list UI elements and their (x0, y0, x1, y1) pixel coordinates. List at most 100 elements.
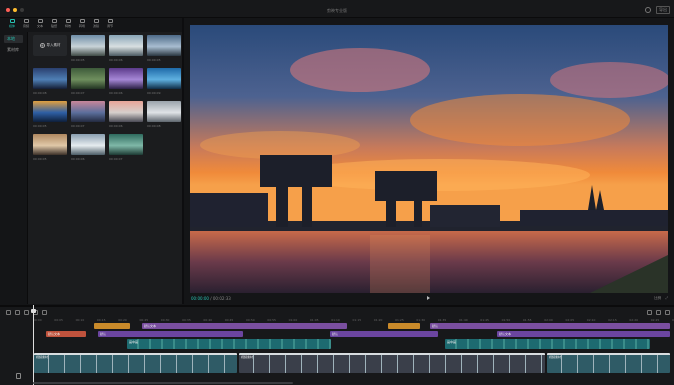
tab-filter[interactable]: 滤镜 (90, 18, 102, 32)
main-video-clip[interactable]: 视频素材 (547, 353, 670, 373)
fit-icon[interactable] (665, 310, 670, 315)
ruler-tick-label: 01:30 (416, 318, 426, 322)
media-thumbnail[interactable] (109, 35, 143, 56)
ruler-tick-label: 02:20 (629, 318, 639, 322)
tab-text[interactable]: 文本 (34, 18, 46, 32)
preview-video-frame (190, 25, 668, 293)
text-clip[interactable]: 默认 (98, 331, 243, 337)
ruler-tick-label: 00:15 (96, 318, 106, 322)
ruler-tick-label: 01:15 (352, 318, 362, 322)
timecode-total: 00:02:33 (212, 296, 231, 301)
ruler-tick-label: 01:45 (480, 318, 489, 322)
tab-transition[interactable]: 转场 (76, 18, 88, 32)
nav-item-1[interactable]: 素材库 (4, 46, 23, 54)
zoom-icon[interactable] (656, 310, 661, 315)
undo-icon[interactable] (15, 310, 20, 315)
ruler-tick-label: 00:25 (139, 318, 149, 322)
settings-icon[interactable] (645, 7, 651, 13)
media-thumbnail[interactable] (71, 68, 105, 89)
text-clip[interactable]: 默认文本 (497, 331, 670, 337)
ruler-tick-label: 01:20 (373, 318, 383, 322)
preview-actions: 比例 ⤢ (654, 296, 668, 301)
media-thumbnail[interactable] (147, 35, 181, 56)
export-button[interactable]: 导出 (656, 6, 670, 14)
track-lock-icon[interactable] (16, 373, 21, 379)
text-clip[interactable]: 默认文本 (142, 323, 347, 329)
import-media-button[interactable]: + 导入素材 (33, 35, 67, 56)
transition-icon (79, 19, 85, 23)
media-thumbnail[interactable] (71, 134, 105, 155)
thumbnail-duration: 00:00:07 (71, 124, 85, 128)
media-thumbnail[interactable] (109, 68, 143, 89)
text-clip[interactable]: 默认 (330, 331, 438, 337)
tab-audio[interactable]: 音频 (20, 18, 32, 32)
left-buildings (190, 193, 268, 227)
media-thumbnail[interactable] (33, 68, 67, 89)
play-button[interactable] (427, 296, 430, 300)
ruler-tick-label: 01:35 (437, 318, 447, 322)
timeline-scrollbar[interactable] (33, 382, 293, 384)
media-thumbnail[interactable] (147, 101, 181, 122)
tab-label: 滤镜 (92, 24, 99, 28)
timecode: 00:00:00 / 00:02:33 (191, 296, 231, 301)
select-tool-icon[interactable] (6, 310, 11, 315)
thumbnail-duration: 00:00:06 (109, 58, 123, 62)
nav-item-0[interactable]: 本地 (4, 35, 23, 43)
sticker-icon (51, 19, 57, 23)
ruler-tick-label: 02:15 (608, 318, 617, 322)
ruler-tick-label: 02:25 (650, 318, 660, 322)
timeline-panel: 00:00 00:05 00:10 00:15 00:20 00:25 00:30 00:35… (0, 305, 674, 385)
filter-icon (93, 19, 99, 23)
tab-adjust[interactable]: 调节 (104, 18, 116, 32)
overlay-clip[interactable]: 画中画 (445, 339, 650, 349)
thumbnail-duration: 00:00:05 (33, 124, 47, 128)
thumbnail-duration: 00:00:08 (147, 124, 161, 128)
thumbnail-duration: 00:00:06 (109, 124, 123, 128)
audio-icon (23, 19, 29, 23)
delete-icon[interactable] (42, 310, 47, 315)
timeline-tools (6, 310, 47, 315)
playhead-handle[interactable] (31, 309, 36, 313)
media-thumbnail[interactable] (71, 101, 105, 122)
fullscreen-button[interactable]: ⤢ (665, 296, 668, 301)
main-video-clip[interactable]: 视频素材 (239, 353, 545, 373)
thumbnail-duration: 00:00:09 (147, 91, 161, 95)
ruler-tick-label: 02:05 (565, 318, 575, 322)
thumbnail-duration: 00:00:05 (147, 58, 161, 62)
window-title: 剪映专业版 (327, 8, 347, 13)
text-icon (37, 19, 43, 23)
media-thumbnail[interactable] (33, 101, 67, 122)
text-clip[interactable]: 默认 (430, 323, 670, 329)
ruler-tick-label: 00:55 (267, 318, 276, 322)
tab-sticker[interactable]: 贴纸 (48, 18, 60, 32)
timecode-current: 00:00:00 (191, 296, 209, 301)
redo-icon[interactable] (24, 310, 29, 315)
media-thumbnail[interactable] (147, 68, 181, 89)
main-video-clip[interactable]: 视频素材 (34, 353, 237, 373)
ruler-tick-label: 01:05 (309, 318, 319, 322)
preview-controls: 00:00:00 / 00:02:33 比例 ⤢ (184, 294, 674, 304)
media-thumbnail[interactable] (109, 101, 143, 122)
overlay-clip[interactable]: 画中画 (127, 339, 331, 349)
track-header (0, 323, 33, 385)
tab-effects[interactable]: 特效 (62, 18, 74, 32)
media-thumbnail[interactable] (109, 134, 143, 155)
editor-window: 剪映专业版 导出 媒体 音频 文本 贴纸 特效 转场 滤镜 调节 本地素材库 + 导入素材 0… (0, 0, 674, 385)
adjust-icon (107, 19, 113, 23)
media-thumbnail[interactable] (33, 134, 67, 155)
aspect-ratio-button[interactable]: 比例 (654, 296, 661, 301)
plus-icon: + (39, 43, 45, 48)
media-thumbnail[interactable] (71, 35, 105, 56)
thumbnail-duration: 00:00:06 (71, 157, 85, 161)
thumbnail-duration: 00:00:05 (33, 157, 47, 161)
snap-icon[interactable] (647, 310, 652, 315)
text-clip[interactable] (388, 323, 420, 329)
playhead[interactable] (33, 305, 34, 385)
ruler-tick-label: 00:35 (182, 318, 191, 322)
thumbnail-duration: 00:00:07 (109, 157, 123, 161)
text-clip[interactable] (94, 323, 130, 329)
tab-label: 调节 (106, 24, 113, 28)
ruler-tick-label: 00:20 (118, 318, 127, 322)
tab-media[interactable]: 媒体 (6, 18, 18, 32)
text-clip[interactable]: 默认文本 (46, 331, 86, 337)
